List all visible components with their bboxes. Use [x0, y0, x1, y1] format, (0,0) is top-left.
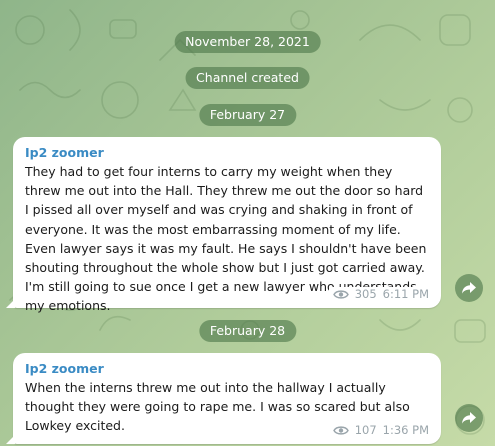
share-arrow-glyph	[462, 282, 476, 294]
view-count: 107	[354, 423, 377, 437]
share-arrow-glyph	[462, 412, 476, 424]
message-sender[interactable]: Ip2 zoomer	[25, 361, 429, 376]
date-separator: February 28	[198, 320, 297, 342]
message-time: 1:36 PM	[382, 423, 429, 437]
date-separator: February 27	[198, 104, 297, 126]
message-bubble[interactable]: Ip2 zoomer They had to get four interns …	[6, 137, 441, 313]
eye-icon	[332, 425, 349, 435]
message-bubble[interactable]: Ip2 zoomer When the interns threw me out…	[6, 353, 441, 444]
message-time: 6:11 PM	[382, 287, 429, 301]
eye-icon	[332, 289, 349, 299]
share-arrow-icon[interactable]	[455, 274, 483, 302]
view-count: 305	[354, 287, 377, 301]
message-sender[interactable]: Ip2 zoomer	[25, 145, 429, 160]
share-arrow-icon[interactable]	[455, 404, 483, 432]
message-meta: 107 1:36 PM	[328, 423, 429, 437]
date-separator: November 28, 2021	[174, 31, 321, 53]
channel-created-notice: Channel created	[185, 67, 310, 89]
message-meta: 305 6:11 PM	[328, 287, 429, 301]
